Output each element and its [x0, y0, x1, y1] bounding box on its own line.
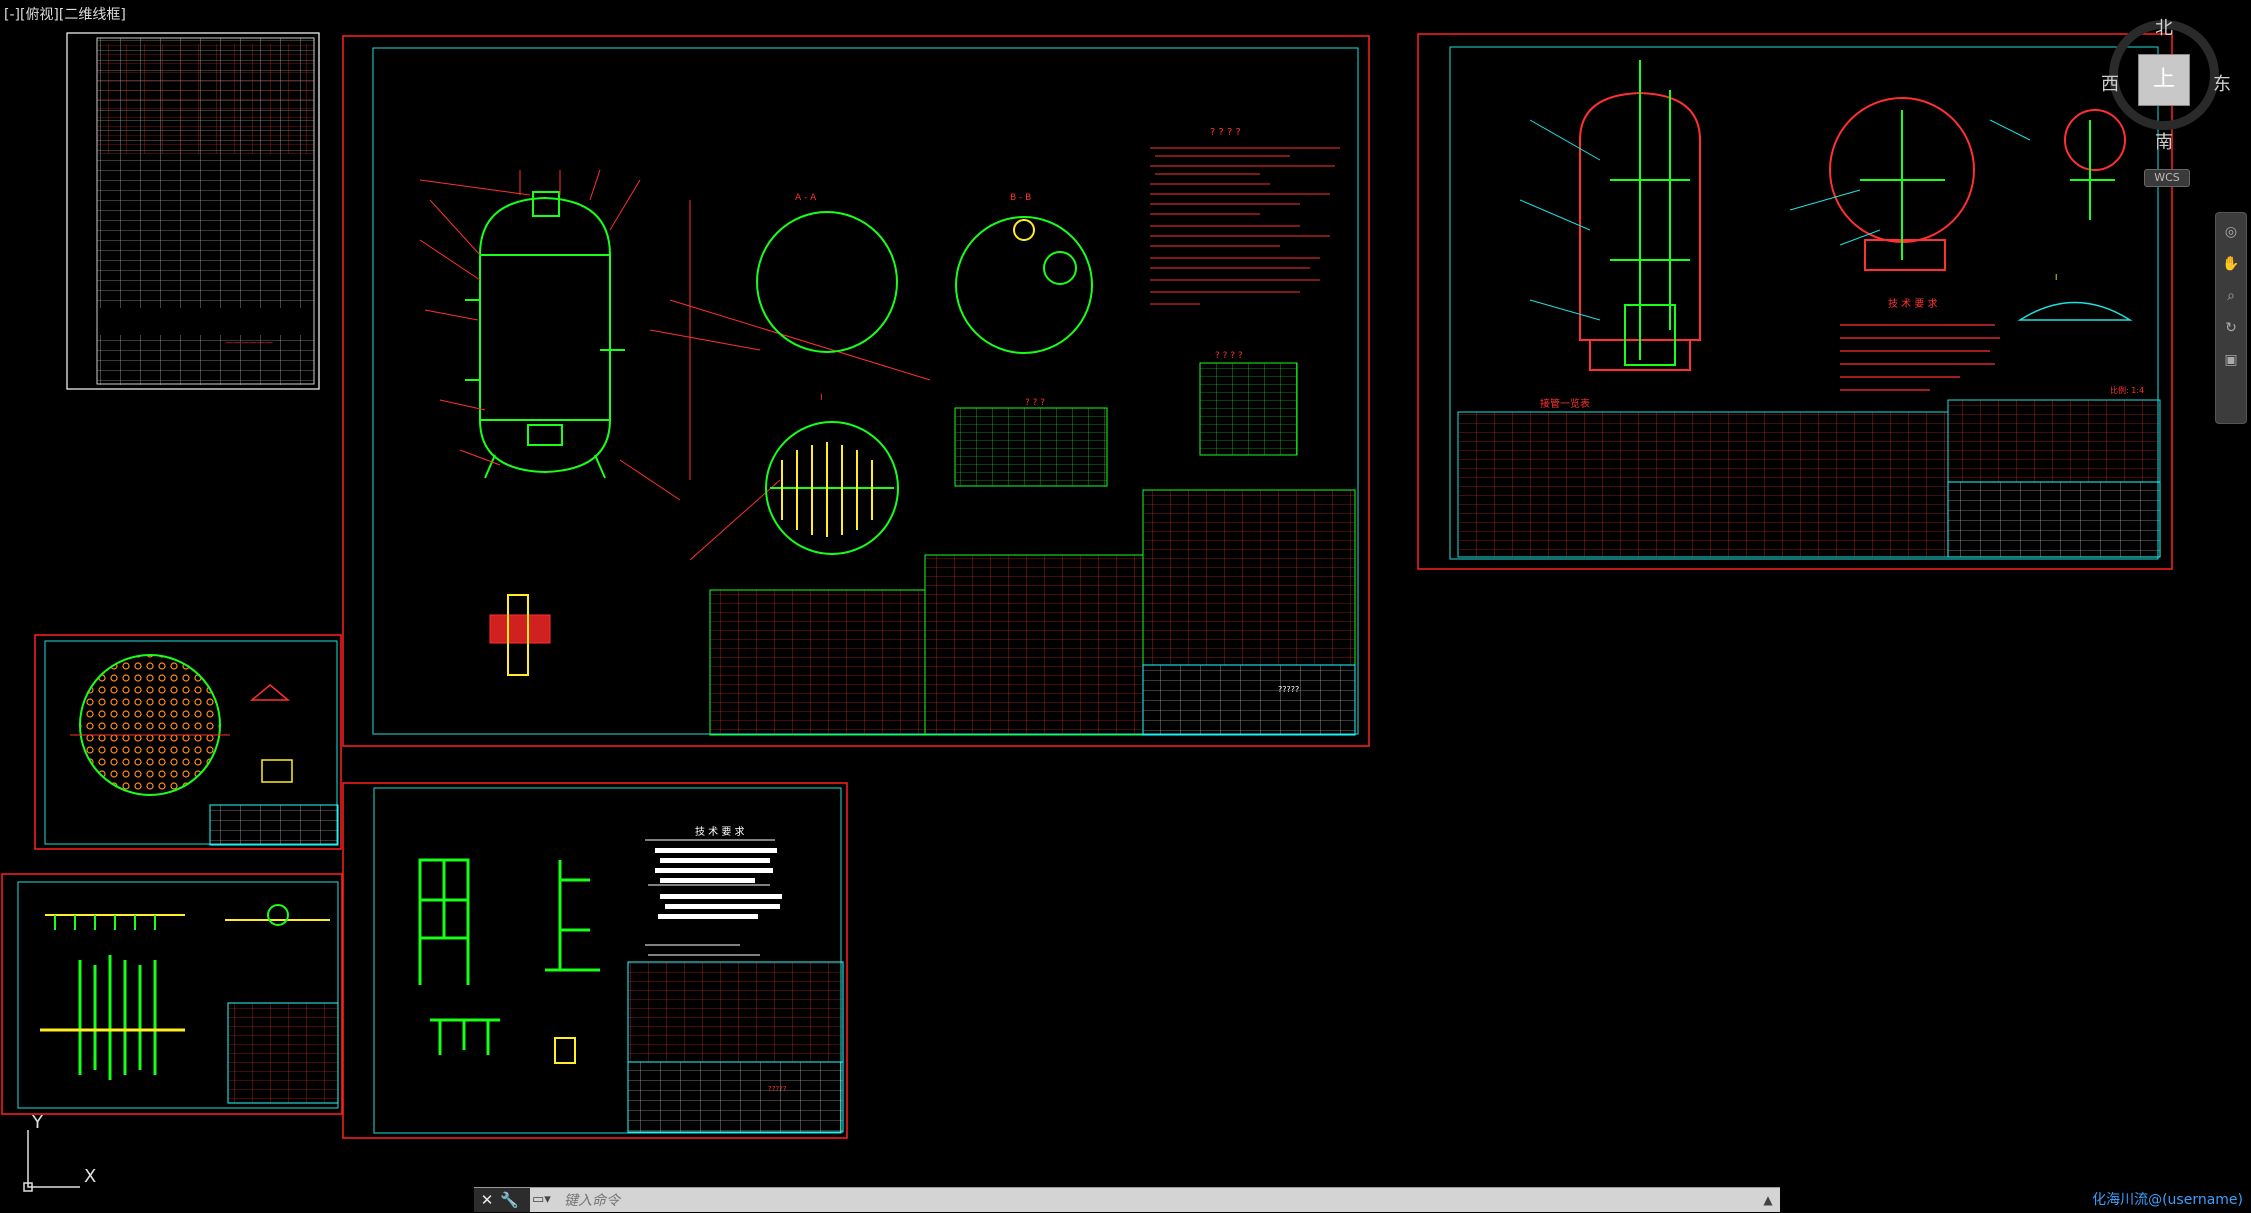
- svg-text:——————: ——————: [225, 338, 273, 347]
- orbit-icon[interactable]: ↻: [2221, 318, 2241, 338]
- showmotion-icon[interactable]: ▣: [2221, 350, 2241, 370]
- section-label-i: I: [820, 393, 823, 403]
- assembly-req-title: 技 术 要 求: [1888, 297, 1938, 310]
- compass-south[interactable]: 南: [2155, 128, 2173, 154]
- frame-parts-table: [627, 961, 844, 1063]
- manhole-detail: [2017, 301, 2133, 321]
- assembly-list-title: 接管一览表: [1540, 397, 1590, 410]
- command-line-controls: ✕ 🔧: [474, 1188, 530, 1212]
- drawing-canvas[interactable]: —————— A - A B - B I ? ? ? ? ? ? ? ? ? ?…: [0, 0, 2251, 1213]
- viewport-controls-label[interactable]: [-][俯视][二维线框]: [4, 4, 126, 24]
- main-vessel-sheet[interactable]: A - A B - B I ? ? ? ? ? ? ? ? ? ? ? ????…: [342, 35, 1370, 747]
- zoom-icon[interactable]: ⌕: [2221, 286, 2241, 306]
- parts-table-3: [1142, 489, 1356, 666]
- steering-wheel-icon[interactable]: ◎: [2221, 222, 2241, 242]
- close-icon[interactable]: ✕: [478, 1190, 496, 1210]
- flange-detail: [489, 594, 551, 676]
- tube-plate-title-block: [209, 804, 339, 846]
- parts-table-2: [924, 554, 1144, 736]
- compass-east[interactable]: 东: [2213, 70, 2231, 96]
- section-label-b: B - B: [1010, 193, 1031, 203]
- nozzle-list-table: [1457, 411, 1949, 558]
- frame-title-block-text: ?????: [768, 1085, 787, 1093]
- distributor-sheet[interactable]: [1, 873, 343, 1115]
- watermark: 化海川流@(username): [2092, 1192, 2243, 1208]
- wcs-menu-button[interactable]: WCS: [2144, 169, 2190, 187]
- main-table-title: ? ? ?: [1025, 398, 1045, 408]
- nozzle-table: [954, 407, 1108, 487]
- support-frame-sheet[interactable]: 技 术 要 求 ?????: [342, 782, 848, 1139]
- tech-requirements-main: ? ? ? ?: [1210, 127, 1241, 138]
- assembly-sheet[interactable]: 技 术 要 求 I 比例: 1:4 接管一览表: [1417, 33, 2173, 570]
- main-note-title: ? ? ? ?: [1215, 351, 1243, 361]
- model-space-viewport[interactable]: —————— A - A B - B I ? ? ? ? ? ? ? ? ? ?…: [0, 0, 2251, 1213]
- assembly-title-block: [1947, 481, 2161, 558]
- frame-req-title: 技 术 要 求: [695, 825, 745, 838]
- ucs-x-label: X: [84, 1166, 97, 1187]
- vessel-elevation: [465, 191, 625, 479]
- note-table: [1199, 362, 1298, 456]
- distributor-table: [227, 1002, 339, 1104]
- section-label-a: A - A: [795, 193, 817, 203]
- frame-title-block: [627, 1061, 844, 1133]
- compass-west[interactable]: 西: [2101, 70, 2119, 96]
- detail-label: I: [2055, 273, 2057, 282]
- pan-icon[interactable]: ✋: [2221, 254, 2241, 274]
- parts-list-sheet[interactable]: ——————: [66, 32, 320, 390]
- req-text-lines: [1150, 147, 1340, 305]
- command-history-icon[interactable]: ▲: [1760, 1191, 1776, 1209]
- frame-elevation: [418, 858, 600, 1055]
- viewcube[interactable]: 上 北 南 西 东 WCS: [2101, 14, 2233, 187]
- leader-lines: [419, 169, 931, 561]
- command-input[interactable]: [562, 1190, 1756, 1212]
- section-views: [756, 211, 1093, 555]
- ucs-icon: [23, 1130, 80, 1192]
- main-title-block: [1142, 664, 1356, 736]
- assembly-scale: 比例: 1:4: [2110, 385, 2144, 395]
- compass-north[interactable]: 北: [2155, 14, 2173, 40]
- main-req-heading: ? ? ? ?: [1210, 127, 1241, 138]
- ucs-y-label: Y: [32, 1112, 43, 1133]
- distributor-arms: [40, 955, 185, 1080]
- vessel-section-red: [1579, 91, 2126, 371]
- tube-plate-sheet[interactable]: [34, 634, 342, 850]
- assembly-req-lines: [1840, 324, 2000, 391]
- parts-table-1: [709, 589, 926, 736]
- command-line[interactable]: ✕ 🔧 ▭▾ ▲: [474, 1187, 1780, 1212]
- main-title-block-text: ?????: [1278, 685, 1299, 694]
- frame-req-blocks: [655, 848, 782, 919]
- viewcube-top-face[interactable]: 上: [2138, 54, 2190, 106]
- recent-commands-icon[interactable]: ▭▾: [532, 1190, 558, 1210]
- navigation-bar[interactable]: ◎ ✋ ⌕ ↻ ▣: [2215, 212, 2247, 424]
- tube-plate-view: [79, 654, 221, 796]
- assembly-parts-table: [1947, 399, 2161, 483]
- wrench-icon[interactable]: 🔧: [500, 1190, 519, 1210]
